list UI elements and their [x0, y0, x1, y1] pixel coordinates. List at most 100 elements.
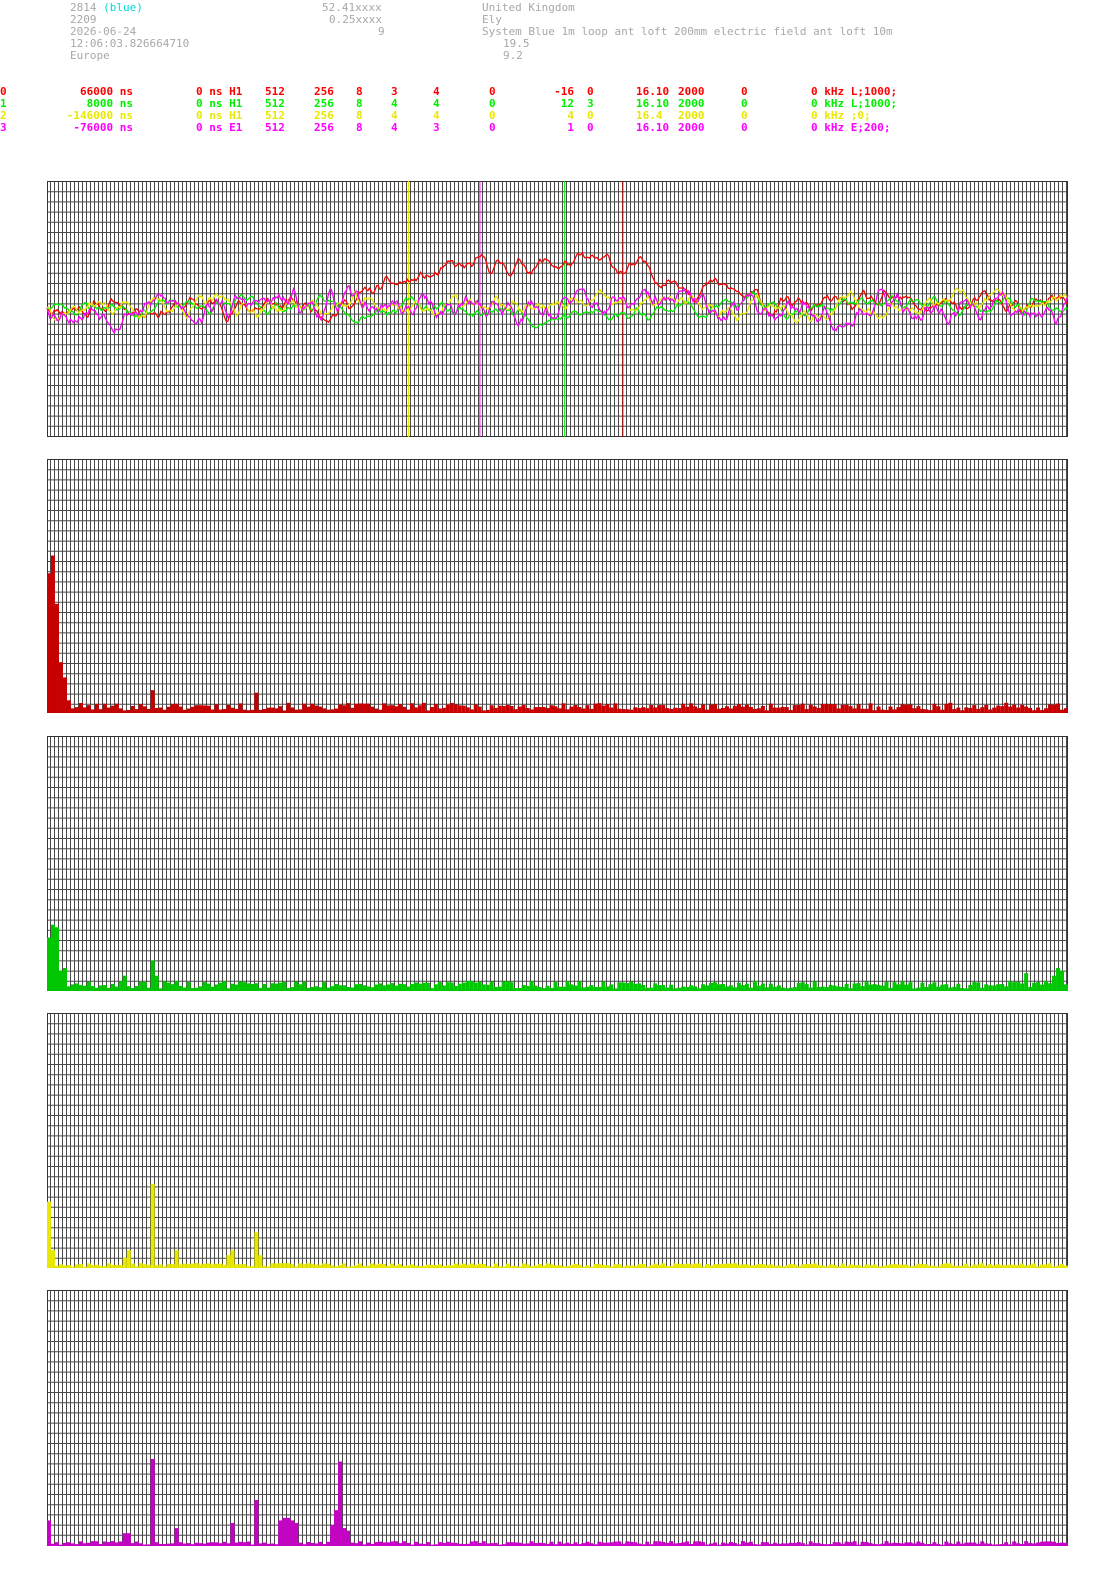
spectrum-4-bar-242	[1012, 1541, 1017, 1546]
spectrum-3-bar-70	[326, 1263, 331, 1268]
spectrum-1-bar-10	[86, 705, 91, 713]
spectrum-4-bar-2	[54, 1542, 59, 1546]
spectrum-3-bar-201	[848, 1264, 853, 1268]
spectrum-4-bar-73	[338, 1461, 343, 1546]
spectrum-3-bar-25	[146, 1264, 151, 1268]
spectrum-4-bar-143	[617, 1541, 622, 1546]
spectrum-2-bar-251	[1048, 983, 1053, 991]
spectrum-2-bar-176	[748, 987, 753, 991]
spectrum-3-bar-1	[50, 1250, 55, 1268]
spectrum-4-bar-25	[146, 1544, 151, 1546]
spectrum-2-bar-66	[310, 986, 315, 991]
spectrum-2-bar-136	[589, 985, 594, 991]
spectrum-3-bar-183	[776, 1265, 781, 1268]
spectrum-3-bar-181	[768, 1264, 773, 1268]
spectrum-2-bar-61	[290, 987, 295, 991]
spectrum-3-bar-80	[366, 1265, 371, 1268]
spectrum-4-bar-12	[94, 1541, 99, 1546]
spectrum-4-bar-67	[314, 1543, 319, 1546]
spectrum-3-bar-3	[58, 1264, 63, 1268]
spectrum-3-bar-193	[816, 1264, 821, 1268]
spectrum-4-bar-156	[669, 1541, 674, 1546]
spectrum-4-bar-110	[485, 1543, 490, 1546]
spectrum-3-bar-100	[445, 1265, 450, 1268]
spectrum-2-bar-92	[413, 982, 418, 991]
spectrum-2-bar-148	[637, 983, 642, 991]
spectrum-1-bar-175	[744, 704, 749, 713]
spectrum-2-bar-170	[725, 986, 729, 991]
spectrum-2-bar-231	[968, 984, 973, 991]
spectrum-2-bar-144	[621, 982, 626, 991]
spectrum-4-bar-16	[110, 1541, 115, 1546]
spectrum-3-bar-175	[744, 1264, 749, 1268]
spectrum-4-bar-154	[661, 1541, 666, 1546]
spectrum-1-bar-13	[98, 709, 103, 713]
spectrum-1-bar-138	[597, 703, 602, 713]
spectrum-1-bar-255	[1064, 708, 1068, 713]
spectrum-2-bar-150	[645, 987, 650, 991]
spectrum-1-bar-19	[122, 710, 127, 713]
spectrum-3-bar-6	[70, 1266, 75, 1268]
spectrum-1-bar-5	[66, 700, 71, 713]
spectrum-2-bar-100	[445, 982, 450, 991]
spectrum-2-bar-196	[828, 984, 833, 991]
spectrum-1-bar-149	[641, 707, 646, 713]
spectrum-3-bar-195	[824, 1266, 829, 1268]
spectrum-1-bar-243	[1016, 707, 1021, 713]
spectrum-3-bar-53	[258, 1255, 263, 1268]
spectrum-3-bar-55	[266, 1266, 271, 1268]
spectrum-4-bar-48	[238, 1541, 243, 1546]
spectrum-4-bar-193	[816, 1543, 821, 1546]
spectrum-2-bar-48	[238, 981, 243, 991]
spectrum-3-bar-78	[358, 1263, 363, 1268]
spectrum-1-bar-248	[1036, 707, 1041, 713]
spectrum-4-bar-135	[585, 1541, 590, 1546]
spectrum-2-bar-120	[525, 985, 530, 991]
spectrum-1-bar-107	[473, 704, 478, 713]
spectrum-3-bar-187	[792, 1264, 797, 1268]
spectrum-2-bar-244	[1020, 983, 1025, 991]
spectrum-4-bar-170	[725, 1543, 729, 1546]
spectrum-1-bar-36	[190, 706, 195, 713]
spectrum-2-bar-89	[401, 984, 406, 991]
spectrum-4-bar-240	[1004, 1542, 1009, 1546]
spectrum-1-bar-50	[246, 710, 251, 713]
spectrum-4-bar-237	[992, 1544, 997, 1546]
spectrum-4-bar-194	[820, 1543, 825, 1546]
grid-1	[47, 459, 1068, 713]
spectrum-4-bar-195	[824, 1544, 829, 1546]
spectrum-4-bar-51	[250, 1544, 255, 1546]
spectrum-2-bar-51	[250, 983, 255, 991]
spectrum-2-bar-137	[593, 986, 598, 991]
spectrum-1-bar-198	[836, 708, 841, 713]
spectrum-4-bar-30	[166, 1543, 171, 1546]
spectrum-3-bar-172	[732, 1263, 737, 1268]
spectrum-4-bar-108	[477, 1543, 482, 1546]
spectrum-4-bar-20	[126, 1533, 131, 1546]
spectrum-4-bar-52	[254, 1499, 259, 1546]
spectrum-1-bar-237	[992, 707, 997, 713]
spectrum-4-bar-81	[370, 1543, 375, 1546]
spectrum-3-bar-22	[134, 1266, 139, 1268]
spectrum-2-bar-15	[106, 987, 111, 991]
spectrum-2-bar-254	[1060, 970, 1065, 991]
spectrum-4-bar-136	[589, 1543, 594, 1546]
spectrum-2-bar-126	[549, 987, 554, 991]
spectrum-3-bar-160	[685, 1263, 690, 1268]
spectrum-3-bar-85	[386, 1265, 390, 1268]
spectrum-1-bar-224	[940, 709, 945, 713]
spectrum-3-bar-238	[996, 1264, 1001, 1268]
spectrum-3-bar-215	[904, 1264, 909, 1268]
spectrum-2-bar-27	[154, 975, 159, 991]
spectrum-2-bar-255	[1064, 984, 1068, 991]
spectrum-3-bar-102	[453, 1263, 458, 1268]
spectrum-2-bar-12	[94, 987, 99, 991]
spectrum-2-bar-227	[952, 986, 957, 991]
spectrum-2-bar-213	[896, 984, 901, 991]
spectrum-3-bar-23	[138, 1263, 143, 1268]
spectrum-1-bar-103	[457, 705, 462, 713]
spectrum-4-bar-218	[916, 1541, 921, 1546]
grid-4	[47, 1290, 1068, 1546]
spectrum-4-bar-215	[904, 1542, 909, 1546]
spectrum-3-bar-117	[513, 1265, 518, 1268]
